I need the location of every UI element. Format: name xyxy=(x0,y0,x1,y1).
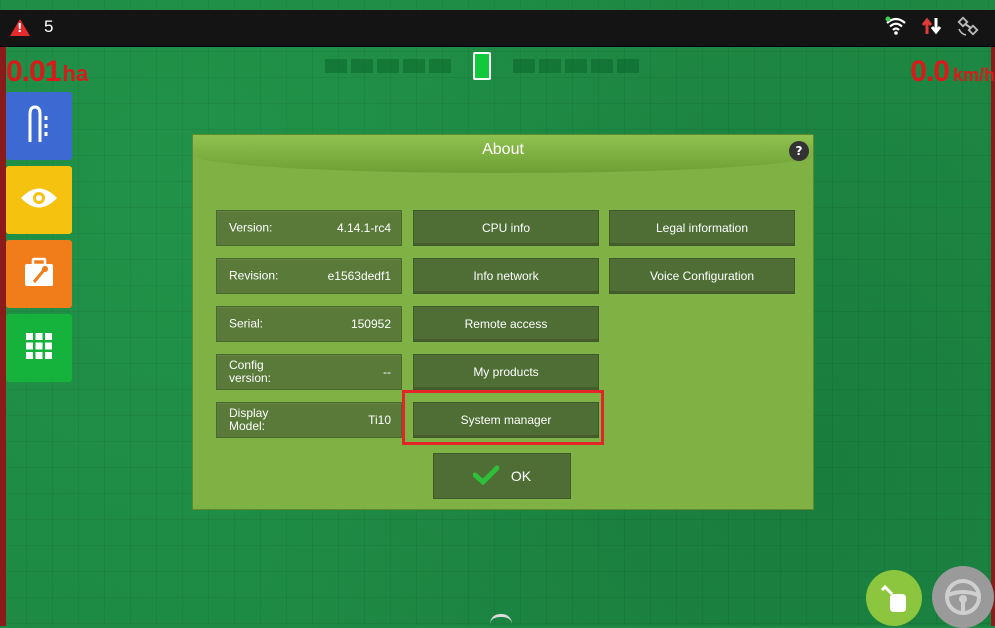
voice-configuration-button[interactable]: Voice Configuration xyxy=(609,258,795,294)
guidance-button[interactable] xyxy=(6,92,72,160)
speed-value: 0.0 xyxy=(910,55,950,88)
steering-wheel-icon xyxy=(943,577,983,622)
alerts-indicator[interactable]: 5 xyxy=(10,17,53,37)
view-button[interactable] xyxy=(6,166,72,234)
top-status-bar: 5 xyxy=(0,10,995,47)
info-value: e1563dedf1 xyxy=(327,269,391,283)
info-label: Version: xyxy=(229,220,273,235)
cpu-info-button[interactable]: CPU info xyxy=(413,210,599,246)
section-segment xyxy=(351,59,373,73)
revision-info: Revision: e1563dedf1 xyxy=(216,258,402,294)
active-section-indicator xyxy=(473,52,491,80)
info-label: Display Model: xyxy=(229,406,269,433)
section-segment xyxy=(403,59,425,73)
section-control-bar xyxy=(325,52,639,80)
info-label: Config version: xyxy=(229,358,272,385)
dialog-title: About xyxy=(482,141,524,158)
view-icon xyxy=(19,185,59,216)
my-products-button[interactable]: My products xyxy=(413,354,599,390)
info-value: 4.14.1-rc4 xyxy=(336,221,391,235)
guidance-icon xyxy=(24,104,54,149)
tool-hand-icon xyxy=(878,582,910,619)
area-value: 0.01 xyxy=(6,55,61,88)
version-info: Version: 4.14.1-rc4 xyxy=(216,210,402,246)
remote-access-button[interactable]: Remote access xyxy=(413,306,599,342)
drawer-handle[interactable] xyxy=(490,614,512,625)
legal-information-button[interactable]: Legal information xyxy=(609,210,795,246)
steering-button[interactable] xyxy=(932,566,994,628)
section-segment xyxy=(377,59,399,73)
apps-grid-icon xyxy=(24,331,54,366)
data-transfer-icon[interactable] xyxy=(921,16,943,41)
system-manager-highlight xyxy=(402,390,604,445)
toolbox-icon xyxy=(22,256,56,293)
area-unit: ha xyxy=(62,61,89,86)
speed-readout: 0.0 km/h xyxy=(910,55,995,89)
warning-icon xyxy=(10,18,30,36)
section-segment xyxy=(539,59,561,73)
info-value: 150952 xyxy=(350,317,391,331)
info-label: Revision: xyxy=(229,268,279,283)
wifi-icon[interactable] xyxy=(885,16,907,41)
area-readout: 0.01 ha xyxy=(6,55,88,89)
section-segment xyxy=(429,59,451,73)
about-dialog: About ? Version: 4.14.1-rc4 Revision: e1… xyxy=(192,134,814,510)
tool-hand-button[interactable] xyxy=(866,570,922,626)
info-network-button[interactable]: Info network xyxy=(413,258,599,294)
info-value: Ti10 xyxy=(368,413,391,427)
status-icons xyxy=(885,16,981,41)
section-segment xyxy=(565,59,587,73)
config-version-info: Config version: -- xyxy=(216,354,402,390)
section-segment xyxy=(617,59,639,73)
toolbox-button[interactable] xyxy=(6,240,72,308)
info-value: -- xyxy=(383,365,391,379)
ok-label: OK xyxy=(510,468,532,484)
checkmark-icon xyxy=(472,465,500,488)
serial-info: Serial: 150952 xyxy=(216,306,402,342)
alert-count: 5 xyxy=(44,17,54,36)
speed-unit: km/h xyxy=(952,65,995,85)
help-button[interactable]: ? xyxy=(789,141,809,161)
section-segment xyxy=(325,59,347,73)
apps-button[interactable] xyxy=(6,314,72,382)
gps-satellite-icon[interactable] xyxy=(957,16,981,41)
frame-edge-right xyxy=(991,10,995,626)
ok-button[interactable]: OK xyxy=(433,453,571,499)
display-model-info: Display Model: Ti10 xyxy=(216,402,402,438)
section-segment xyxy=(591,59,613,73)
info-label: Serial: xyxy=(229,316,264,331)
section-segment xyxy=(513,59,535,73)
